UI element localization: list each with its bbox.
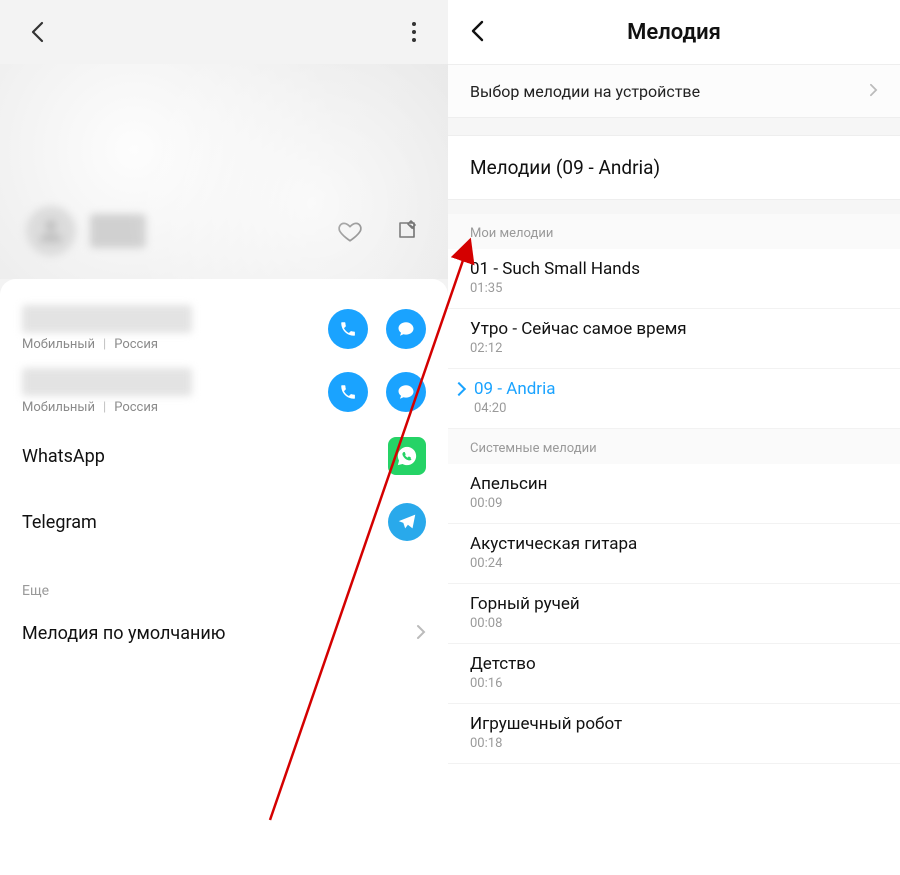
phone-region-label: Россия [114,400,158,415]
ringtone-title: 01 - Such Small Hands [470,259,878,279]
page-title: Мелодия [448,20,900,45]
ringtone-duration: 00:18 [470,736,878,751]
phone-number-redacted [22,368,192,396]
telegram-row[interactable]: Telegram [22,489,426,555]
contact-hero [0,64,448,279]
ringtone-duration: 00:24 [470,556,878,571]
avatar-icon [26,206,76,256]
left-header [0,0,448,64]
separator: | [103,337,106,352]
telegram-icon [388,503,426,541]
ringtone-title: Игрушечный робот [470,714,878,734]
whatsapp-row[interactable]: WhatsApp [22,423,426,489]
ringtone-picker-pane: Мелодия Выбор мелодии на устройстве Мело… [448,0,900,875]
ringtone-duration: 00:09 [470,496,878,511]
default-ringtone-row[interactable]: Мелодия по умолчанию [0,609,448,664]
phone-number-redacted [22,305,192,333]
ringtone-title: Горный ручей [470,594,878,614]
message-button[interactable] [386,309,426,349]
phone-type-label: Мобильный [22,400,95,415]
contact-avatar-block [26,206,146,256]
phone-row-1[interactable]: Мобильный | Россия [22,297,426,360]
current-ringtone-row[interactable]: Мелодии (09 - Andria) [448,136,900,200]
more-section-label: Еще [0,555,448,609]
spacer [448,200,900,214]
back-button[interactable] [25,20,49,44]
ringtone-item[interactable]: 09 - Andria 04:20 [448,369,900,429]
phone-region-label: Россия [114,337,158,352]
system-ringtones-list: Апельсин 00:09 Акустическая гитара 00:24 Гор… [448,464,900,764]
telegram-label: Telegram [22,512,97,533]
ringtone-title: Апельсин [470,474,878,494]
edit-button[interactable] [394,217,422,245]
device-picker-label: Выбор мелодии на устройстве [470,82,700,101]
call-button[interactable] [328,309,368,349]
spacer [448,118,900,136]
ringtone-item[interactable]: Горный ручей 00:08 [448,584,900,644]
ringtone-duration: 01:35 [470,281,878,296]
ringtone-duration: 04:20 [474,401,878,416]
ringtone-item[interactable]: 01 - Such Small Hands 01:35 [448,249,900,309]
default-ringtone-label: Мелодия по умолчанию [22,623,225,644]
chevron-right-icon [416,624,426,644]
phone-type-label: Мобильный [22,337,95,352]
ringtone-title: Акустическая гитара [470,534,878,554]
separator: | [103,400,106,415]
whatsapp-icon [388,437,426,475]
whatsapp-label: WhatsApp [22,446,105,467]
contact-card: Мобильный | Россия [0,279,448,875]
phone-row-2[interactable]: Мобильный | Россия [22,360,426,423]
my-ringtones-list: 01 - Such Small Hands 01:35 Утро - Сейчас … [448,249,900,429]
ringtone-duration: 02:12 [470,341,878,356]
ringtone-title: Детство [470,654,878,674]
ringtone-title: Утро - Сейчас самое время [470,319,878,339]
chevron-right-icon [869,82,878,101]
ringtone-title: 09 - Andria [474,379,878,399]
ringtone-duration: 00:08 [470,616,878,631]
message-button[interactable] [386,372,426,412]
favorite-button[interactable] [336,217,364,245]
ringtone-item[interactable]: Утро - Сейчас самое время 02:12 [448,309,900,369]
my-ringtones-section: Мои мелодии [448,214,900,249]
system-ringtones-section: Системные мелодии [448,429,900,464]
right-header: Мелодия [448,0,900,64]
more-button[interactable] [402,20,426,44]
back-button[interactable] [470,20,494,44]
contact-name-redacted [90,214,146,248]
device-picker-row[interactable]: Выбор мелодии на устройстве [448,64,900,118]
contact-detail-pane: Мобильный | Россия [0,0,448,875]
ringtone-duration: 00:16 [470,676,878,691]
ringtone-item[interactable]: Игрушечный робот 00:18 [448,704,900,764]
call-button[interactable] [328,372,368,412]
ringtone-item[interactable]: Акустическая гитара 00:24 [448,524,900,584]
ringtone-item[interactable]: Апельсин 00:09 [448,464,900,524]
ringtone-item[interactable]: Детство 00:16 [448,644,900,704]
